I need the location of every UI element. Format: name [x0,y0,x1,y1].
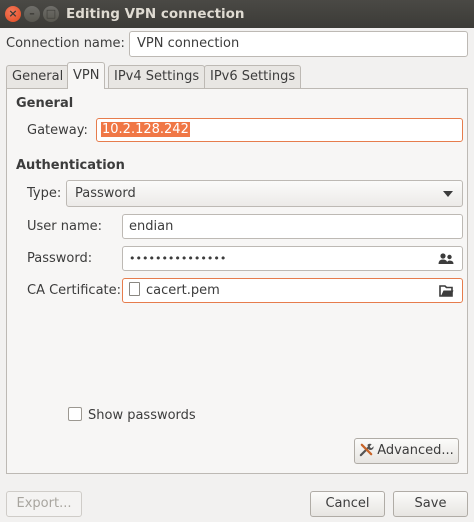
cancel-button[interactable]: Cancel [310,491,385,517]
checkbox-box[interactable] [68,407,82,421]
password-value: ••••••••••••••• [129,252,227,265]
type-label: Type: [27,186,62,201]
ca-certificate-value: cacert.pem [146,283,220,298]
tab-general[interactable]: General [6,65,70,88]
show-passwords-label: Show passwords [88,408,196,423]
ca-certificate-file-chooser[interactable]: cacert.pem [122,278,463,303]
password-input[interactable]: ••••••••••••••• [122,246,463,271]
minimize-icon: – [29,7,35,20]
tab-ipv4-settings[interactable]: IPv4 Settings [108,65,206,88]
advanced-button[interactable]: Advanced... [354,438,459,464]
username-label: User name: [27,219,103,234]
chevron-down-icon [443,191,453,197]
show-passwords-checkbox[interactable]: Show passwords [68,407,196,423]
tab-bar: General VPN IPv4 Settings IPv6 Settings [6,62,468,89]
gateway-label: Gateway: [27,123,88,138]
type-select[interactable]: Password [66,180,463,207]
document-icon [129,282,140,296]
title-bar: × – □ Editing VPN connection [0,0,474,28]
open-file-icon[interactable] [438,283,454,299]
maximize-icon: □ [45,7,57,20]
advanced-label: Advanced... [377,443,454,458]
window-title: Editing VPN connection [66,6,245,22]
username-input[interactable]: endian [122,214,463,239]
type-select-value: Password [75,186,136,201]
gateway-input[interactable]: 10.2.128.242 [96,118,463,142]
ca-certificate-label: CA Certificate: [27,283,122,298]
connection-name-input[interactable]: VPN connection [129,31,468,57]
close-icon: × [8,7,18,20]
connection-name-label: Connection name: [6,36,125,51]
save-button[interactable]: Save [393,491,468,517]
authentication-heading: Authentication [16,158,125,173]
password-label: Password: [27,251,93,266]
close-button[interactable]: × [5,6,21,22]
tab-ipv6-settings[interactable]: IPv6 Settings [204,65,302,88]
username-value: endian [129,219,174,234]
export-button[interactable]: Export... [6,491,82,517]
tools-icon [359,443,374,457]
vpn-tab-panel: General Gateway: 10.2.128.242 Authentica… [6,88,468,474]
tab-vpn[interactable]: VPN [67,62,106,89]
minimize-button[interactable]: – [24,6,40,22]
general-heading: General [16,96,74,111]
maximize-button[interactable]: □ [43,6,59,22]
gateway-value: 10.2.128.242 [101,122,190,137]
users-icon[interactable] [438,251,454,267]
